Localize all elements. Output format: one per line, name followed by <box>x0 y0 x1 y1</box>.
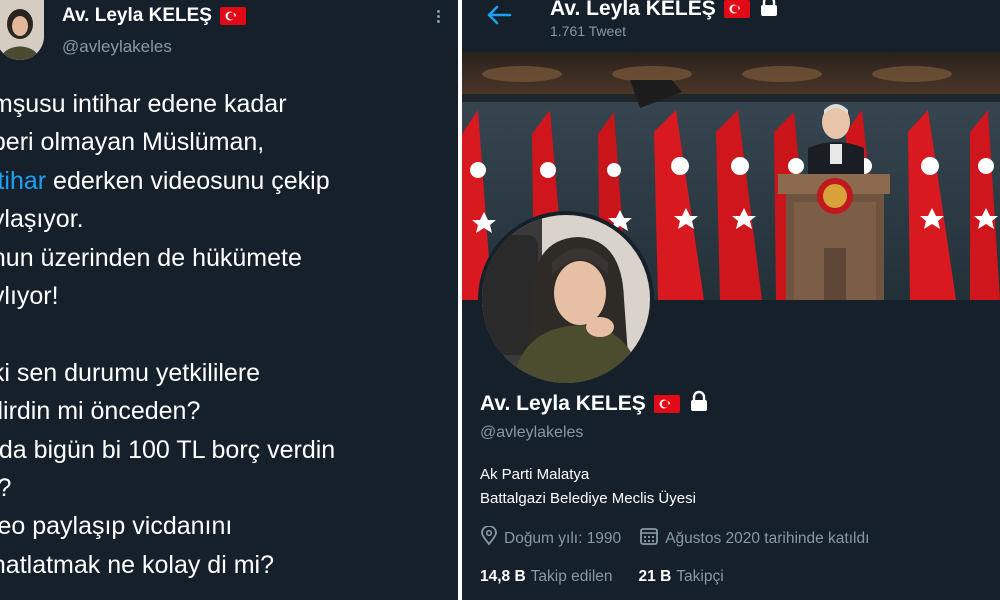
turkey-flag-icon <box>723 0 750 18</box>
following-label: Takip edilen <box>530 568 613 585</box>
tweet-text-line: ni? <box>0 469 458 507</box>
profile-joined: Ağustos 2020 tarihinde katıldı <box>639 526 869 551</box>
calendar-icon <box>639 526 659 551</box>
profile-panel: Av. Leyla KELEŞ 1.761 Tweet Av. Leyla KE… <box>462 0 1000 600</box>
tweet-author-avatar[interactable] <box>0 0 44 60</box>
tweet-text-line: unun üzerinden de hükümete <box>0 239 458 277</box>
profile-joined-text: Ağustos 2020 tarihinde katıldı <box>665 529 870 547</box>
tweet-author-name-text: Av. Leyla KELEŞ <box>62 5 212 26</box>
tweet-text-segment: omşusu intihar edene kadar <box>0 90 287 118</box>
tweet-text-line: avlıyor! <box>0 277 458 315</box>
profile-meta: Doğum yılı: 1990 Ağustos 2020 tarihinde … <box>480 525 887 551</box>
lock-icon <box>758 0 780 23</box>
tweet-text-segment: ederken videosunu çekip <box>46 166 330 195</box>
profile-birth: Doğum yılı: 1990 <box>480 525 622 551</box>
tweet-text-line: ahatlatmak ne kolay di mi? <box>0 546 458 584</box>
tweet-text-segment: ni? <box>0 474 11 502</box>
tweet-count: 1.761 Tweet <box>550 23 627 39</box>
tweet-text-segment: ahatlatmak ne kolay di mi? <box>0 550 274 579</box>
following-count: 14,8 B <box>480 568 526 585</box>
profile-avatar[interactable] <box>478 211 654 387</box>
profile-name: Av. Leyla KELEŞ <box>480 390 710 418</box>
profile-bio-line: Ak Parti Malatya <box>480 466 590 483</box>
lock-icon <box>688 390 710 418</box>
tweet-text-line: aylaşıyor. <box>0 200 458 238</box>
profile-top-bar: Av. Leyla KELEŞ 1.761 Tweet <box>462 0 1000 52</box>
more-vertical-icon[interactable] <box>436 10 442 28</box>
turkey-flag-icon <box>219 7 246 25</box>
profile-name-text: Av. Leyla KELEŞ <box>480 392 646 415</box>
tweet-text: omşusu intihar edene kadar aberi olmayan … <box>0 85 458 584</box>
profile-birth-text: Doğum yılı: 1990 <box>504 529 622 547</box>
followers-count: 21 B <box>638 568 672 585</box>
hashtag-link[interactable]: intihar <box>0 167 46 195</box>
tweet-text-line: ildirdin mi önceden? <box>0 392 458 430</box>
tweet-text-segment: avlıyor! <box>0 281 59 310</box>
tweet-text-line: a da bigün bi 100 TL borç verdin <box>0 431 458 469</box>
tweet-panel: Av. Leyla KELEŞ @avleylakeles omşusu int… <box>0 0 458 600</box>
followers-link[interactable]: 21 B Takipçi <box>639 568 724 586</box>
tweet-text-segment: aberi olmayan Müslüman, <box>0 128 265 157</box>
tweet-text-line: intihar ederken videosunu çekip <box>0 162 458 200</box>
tweet-text-line: omşusu intihar edene kadar <box>0 85 458 123</box>
tweet-text-segment: aylaşıyor. <box>0 205 84 234</box>
profile-header-title: Av. Leyla KELEŞ <box>550 0 780 23</box>
tweet-author-handle[interactable]: @avleylakeles <box>62 37 172 57</box>
tweet-text-line: eki sen durumu yetkililere <box>0 354 458 392</box>
turkey-flag-icon <box>653 395 680 413</box>
tweet-text-segment: ildirdin mi önceden? <box>0 397 201 426</box>
tweet-text-segment: eki sen durumu yetkililere <box>0 358 261 387</box>
location-pin-icon <box>480 525 498 551</box>
profile-bio-line: Battalgazi Belediye Meclis Üyesi <box>480 490 696 507</box>
tweet-text-segment: ideo paylaşıp vicdanını <box>0 512 233 541</box>
profile-handle: @avleylakeles <box>480 424 584 441</box>
tweet-text-line: aberi olmayan Müslüman, <box>0 123 458 161</box>
profile-header-name: Av. Leyla KELEŞ <box>550 0 716 20</box>
tweet-text-line: ideo paylaşıp vicdanını <box>0 507 458 545</box>
tweet-text-line <box>0 315 458 353</box>
tweet-text-segment: unun üzerinden de hükümete <box>0 243 302 272</box>
following-link[interactable]: 14,8 B Takip edilen <box>480 568 613 586</box>
tweet-text-segment: a da bigün bi 100 TL borç verdin <box>0 435 336 464</box>
arrow-left-icon[interactable] <box>486 4 512 26</box>
followers-label: Takipçi <box>676 568 724 585</box>
profile-bio: Ak Parti Malatya Battalgazi Belediye Mec… <box>480 463 696 511</box>
tweet-author-name[interactable]: Av. Leyla KELEŞ <box>62 5 246 27</box>
profile-follow-stats: 14,8 B Takip edilen 21 B Takipçi <box>480 568 750 586</box>
